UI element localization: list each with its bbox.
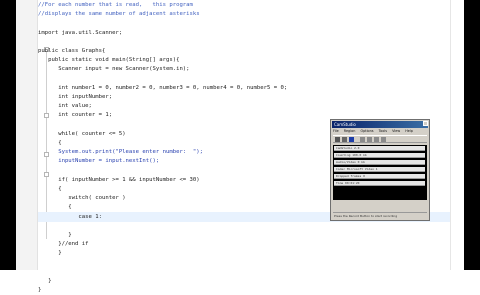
counter-window-toolbar bbox=[333, 135, 427, 143]
close-icon[interactable] bbox=[423, 121, 428, 126]
counter-window-menu[interactable]: File Region Options Tools View Help bbox=[333, 129, 417, 134]
code-line[interactable]: Scanner input = new Scanner(System.in); bbox=[38, 64, 189, 74]
print-margin-line bbox=[450, 0, 451, 270]
status-bar: Press the Record Button to start recordi… bbox=[333, 212, 427, 218]
list-item: CamStudio 2.0 bbox=[334, 146, 425, 151]
code-line[interactable]: int counter = 1; bbox=[38, 110, 112, 120]
list-item: Counting 100.0 kb bbox=[334, 153, 425, 158]
code-line[interactable]: } bbox=[38, 285, 41, 295]
menu-item-file[interactable]: File bbox=[333, 129, 339, 133]
list-item: Audio/Video 0 kb bbox=[334, 160, 425, 165]
editor-gutter bbox=[16, 0, 49, 270]
stats-list: CamStudio 2.0 Counting 100.0 kb Audio/Vi… bbox=[333, 145, 427, 200]
right-letterbox bbox=[464, 0, 480, 270]
pause-icon[interactable] bbox=[342, 137, 347, 142]
menu-item-options[interactable]: Options bbox=[360, 129, 373, 133]
list-item: Dropped frames 0 bbox=[334, 174, 425, 179]
counter-window-title: CamStudio bbox=[332, 121, 428, 128]
list-item: Codec Microsoft Video 1 bbox=[334, 167, 425, 172]
counter-window[interactable]: CamStudio File Region Options Tools View… bbox=[330, 119, 430, 221]
code-line[interactable]: } bbox=[38, 248, 61, 258]
annotation-icon[interactable] bbox=[374, 137, 379, 142]
menu-item-region[interactable]: Region bbox=[344, 129, 356, 133]
list-item: Time 00:01:20 bbox=[334, 181, 425, 186]
menu-item-help[interactable]: Help bbox=[405, 129, 413, 133]
stop-icon[interactable] bbox=[349, 137, 354, 142]
code-line[interactable]: inputNumber = input.nextInt(); bbox=[38, 156, 159, 166]
record-icon[interactable] bbox=[335, 137, 340, 142]
menu-item-view[interactable]: View bbox=[392, 129, 400, 133]
code-line[interactable]: import java.util.Scanner; bbox=[38, 28, 122, 38]
region-icon[interactable] bbox=[360, 137, 365, 142]
code-line[interactable]: //displays the same number of adjacent a… bbox=[38, 9, 200, 19]
view-icon[interactable] bbox=[381, 137, 386, 142]
options-icon[interactable] bbox=[367, 137, 372, 142]
left-letterbox bbox=[0, 0, 16, 270]
code-line[interactable]: if( inputNumber >= 1 && inputNumber <= 3… bbox=[38, 175, 199, 185]
menu-item-tools[interactable]: Tools bbox=[379, 129, 387, 133]
